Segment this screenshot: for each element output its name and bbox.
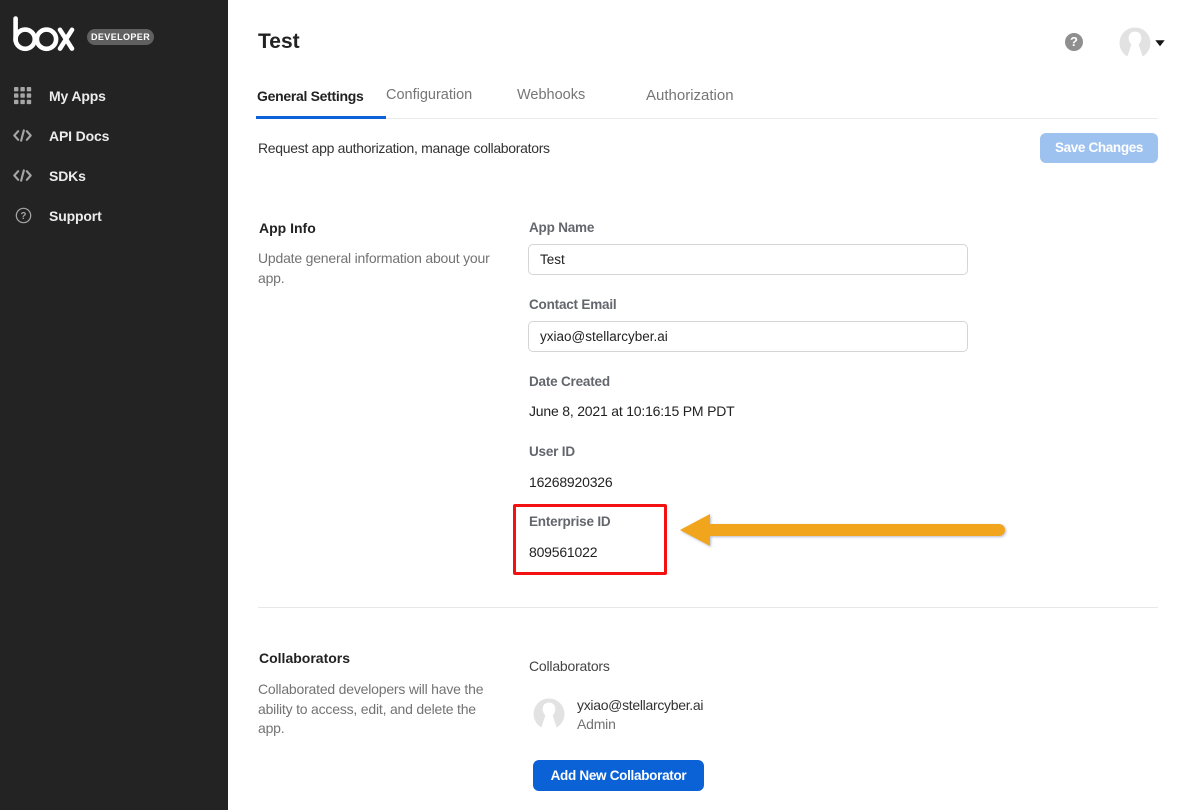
svg-text:?: ? (21, 211, 27, 222)
